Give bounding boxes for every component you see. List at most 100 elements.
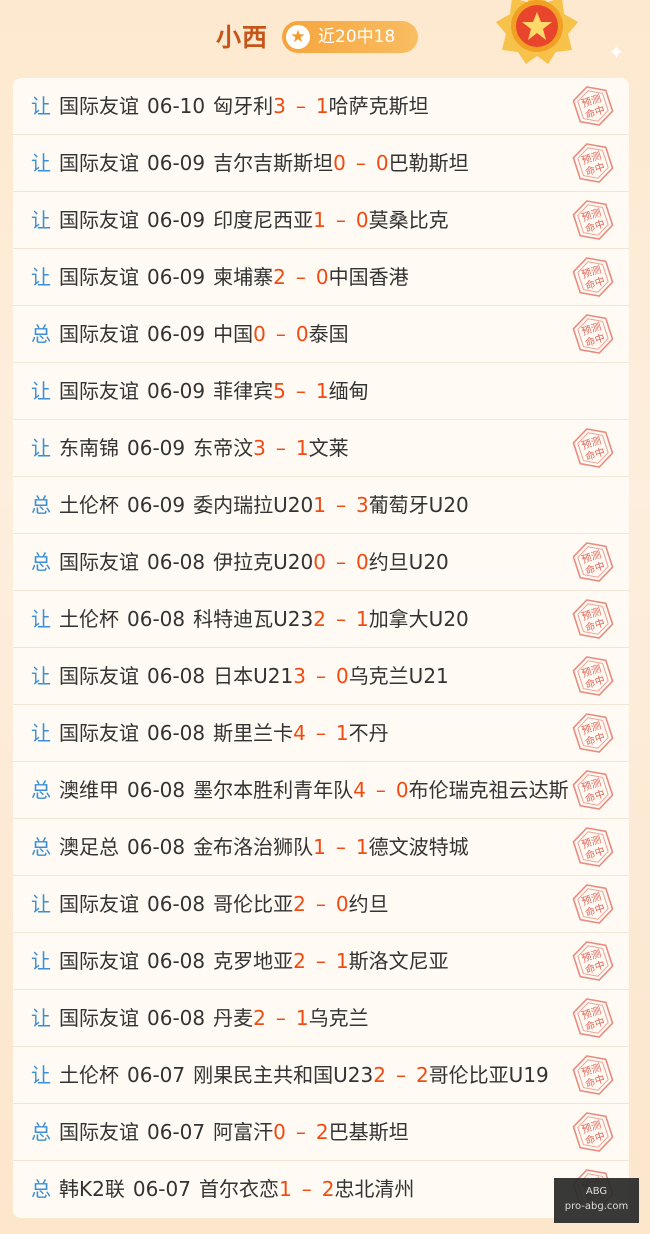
league-name: 国际友谊 (59, 322, 139, 346)
match-date: 06-07 (127, 1063, 186, 1087)
list-item[interactable]: 让土伦杯 06-08 科特迪瓦U232–1加拿大U20 预测 命中 (13, 591, 629, 648)
home-score: 2 (293, 892, 306, 916)
list-item[interactable]: 让国际友谊 06-08 哥伦比亚2–0约旦 预测 命中 (13, 876, 629, 933)
match-date: 06-07 (132, 1177, 191, 1201)
away-score: 0 (315, 265, 329, 289)
home-team: 柬埔寨 (213, 265, 274, 289)
away-team: 德文波特城 (368, 835, 469, 859)
away-team: 布伦瑞克祖云达斯 (408, 778, 569, 802)
hit-stamp-icon: 预测命中 (572, 713, 614, 753)
match-line: 总土伦杯 06-09 委内瑞拉U201–3葡萄牙U20 (31, 477, 469, 533)
away-score: 1 (295, 436, 309, 460)
home-team: 科特迪瓦U23 (193, 607, 314, 631)
list-item[interactable]: 让国际友谊 06-08 日本U213–0乌克兰U21 预测 命中 (13, 648, 629, 705)
list-item[interactable]: 总国际友谊 06-09 中国0–0泰国 预测 命中 (13, 306, 629, 363)
home-score: 2 (313, 607, 326, 631)
match-line: 让国际友谊 06-08 丹麦2–1乌克兰 (31, 990, 369, 1046)
away-team: 巴勒斯坦 (388, 151, 469, 175)
home-team: 墨尔本胜利青年队 (193, 778, 354, 802)
away-team: 加拿大U20 (368, 607, 469, 631)
match-date: 06-09 (147, 379, 206, 403)
hit-stamp-icon: 预测命中 (572, 827, 614, 867)
league-name: 土伦杯 (59, 493, 119, 517)
hit-rate-badge: ★ 近20中18 (282, 21, 418, 53)
list-item[interactable]: 让国际友谊 06-09 印度尼西亚1–0莫桑比克 预测 命中 (13, 192, 629, 249)
match-date: 06-08 (147, 664, 206, 688)
hit-stamp-icon: 预测命中 (572, 542, 614, 582)
match-date: 06-08 (127, 607, 186, 631)
home-team: 东帝汶 (193, 436, 254, 460)
match-line: 总国际友谊 06-09 中国0–0泰国 (31, 306, 349, 362)
away-score: 0 (295, 322, 309, 346)
bet-type: 总 (31, 493, 51, 517)
list-item[interactable]: 总澳足总 06-08 金布洛治狮队1–1德文波特城 预测 命中 (13, 819, 629, 876)
list-item[interactable]: 让国际友谊 06-08 克罗地亚2–1斯洛文尼亚 预测 命中 (13, 933, 629, 990)
league-name: 澳维甲 (59, 778, 119, 802)
home-score: 0 (253, 322, 266, 346)
match-line: 让国际友谊 06-10 匈牙利3–1哈萨克斯坦 (31, 78, 429, 134)
list-item[interactable]: 总国际友谊 06-07 阿富汗0–2巴基斯坦 预测 命中 (13, 1104, 629, 1161)
list-item[interactable]: 让国际友谊 06-09 菲律宾5–1缅甸 (13, 363, 629, 420)
home-score: 3 (293, 664, 306, 688)
away-team: 葡萄牙U20 (368, 493, 469, 517)
match-date: 06-10 (147, 94, 206, 118)
league-name: 国际友谊 (59, 1120, 139, 1144)
list-item[interactable]: 让国际友谊 06-08 斯里兰卡4–1不丹 预测 命中 (13, 705, 629, 762)
bet-type: 让 (31, 607, 51, 631)
bet-type: 让 (31, 94, 51, 118)
away-score: 2 (415, 1063, 429, 1087)
match-line: 总国际友谊 06-07 阿富汗0–2巴基斯坦 (31, 1104, 409, 1160)
home-score: 1 (313, 835, 326, 859)
hit-stamp-icon: 预测命中 (572, 1055, 614, 1095)
match-line: 让国际友谊 06-09 柬埔寨2–0中国香港 (31, 249, 409, 305)
away-score: 1 (315, 379, 329, 403)
home-team: 丹麦 (213, 1006, 254, 1030)
home-team: 委内瑞拉U20 (193, 493, 314, 517)
match-date: 06-09 (147, 151, 206, 175)
away-score: 3 (355, 493, 369, 517)
away-score: 0 (395, 778, 409, 802)
header: 小西 ★ 近20中18 ✦ (0, 0, 650, 76)
home-team: 日本U21 (213, 664, 294, 688)
league-name: 国际友谊 (59, 1006, 139, 1030)
home-score: 1 (278, 1177, 292, 1201)
home-score: 0 (313, 550, 326, 574)
list-item[interactable]: 让国际友谊 06-08 丹麦2–1乌克兰 预测 命中 (13, 990, 629, 1047)
away-score: 1 (335, 949, 349, 973)
medal-icon (496, 0, 578, 64)
bet-type: 让 (31, 892, 51, 916)
home-team: 中国 (213, 322, 254, 346)
list-item[interactable]: 总澳维甲 06-08 墨尔本胜利青年队4–0布伦瑞克祖云达斯 预测 命中 (13, 762, 629, 819)
list-item[interactable]: 让国际友谊 06-10 匈牙利3–1哈萨克斯坦 预测 命中 (13, 78, 629, 135)
match-date: 06-07 (147, 1120, 206, 1144)
score-dash: – (295, 265, 306, 289)
match-date: 06-08 (147, 721, 206, 745)
home-team: 阿富汗 (213, 1120, 274, 1144)
home-team: 哥伦比亚 (213, 892, 294, 916)
league-name: 东南锦 (59, 436, 119, 460)
home-score: 3 (273, 94, 286, 118)
list-item[interactable]: 让国际友谊 06-09 吉尔吉斯斯坦0–0巴勒斯坦 预测 命中 (13, 135, 629, 192)
away-score: 0 (375, 151, 389, 175)
match-line: 总国际友谊 06-08 伊拉克U200–0约旦U20 (31, 534, 449, 590)
away-team: 巴基斯坦 (328, 1120, 409, 1144)
list-item[interactable]: 让东南锦 06-09 东帝汶3–1文莱 预测 命中 (13, 420, 629, 477)
home-team: 匈牙利 (213, 94, 274, 118)
list-item[interactable]: 总国际友谊 06-08 伊拉克U200–0约旦U20 预测 命中 (13, 534, 629, 591)
list-item[interactable]: 让国际友谊 06-09 柬埔寨2–0中国香港 预测 命中 (13, 249, 629, 306)
bet-type: 让 (31, 949, 51, 973)
match-date: 06-09 (147, 208, 206, 232)
list-item[interactable]: 让土伦杯 06-07 刚果民主共和国U232–2哥伦比亚U19 预测 命中 (13, 1047, 629, 1104)
author-name[interactable]: 小西 (216, 18, 268, 54)
away-score: 2 (321, 1177, 335, 1201)
list-item[interactable]: 总韩K2联06-07首尔衣恋1–2忠北清州预测命中 (13, 1161, 629, 1218)
match-date: 06-09 (127, 436, 186, 460)
away-score: 1 (295, 1006, 309, 1030)
home-score: 2 (373, 1063, 386, 1087)
league-name: 国际友谊 (59, 151, 139, 175)
score-dash: – (315, 721, 326, 745)
league-name: 国际友谊 (59, 892, 139, 916)
match-date: 06-09 (147, 265, 206, 289)
list-item[interactable]: 总土伦杯 06-09 委内瑞拉U201–3葡萄牙U20 (13, 477, 629, 534)
home-team: 首尔衣恋 (198, 1177, 279, 1201)
